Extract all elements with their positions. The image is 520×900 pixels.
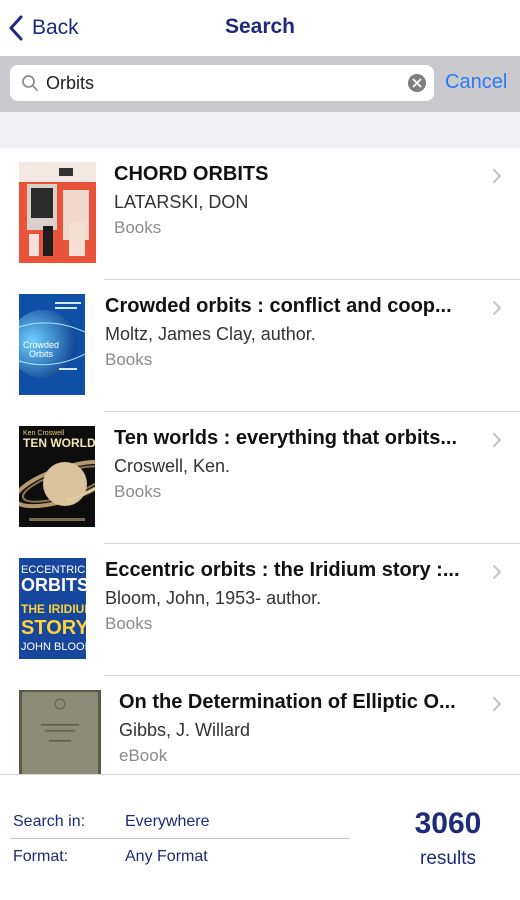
chevron-right-icon xyxy=(493,697,501,711)
format-selector[interactable]: Any Format xyxy=(125,848,208,866)
book-cover-image: Ken Croswell TEN WORLDS xyxy=(19,426,95,527)
section-spacer xyxy=(0,112,520,148)
result-type: Books xyxy=(105,350,153,369)
results-list[interactable]: CHORD ORBITS LATARSKI, DON Books Crowded… xyxy=(0,148,520,774)
result-author: LATARSKI, DON xyxy=(114,192,249,212)
result-author: Moltz, James Clay, author. xyxy=(105,324,316,344)
result-type: eBook xyxy=(119,746,168,765)
cover-text: STORY xyxy=(21,617,86,639)
cancel-button[interactable]: Cancel xyxy=(445,71,507,94)
result-title: CHORD ORBITS xyxy=(114,163,269,185)
result-title: Ten worlds : everything that orbits... xyxy=(114,427,457,449)
cover-text: TEN WORLDS xyxy=(23,436,95,450)
page-title: Search xyxy=(224,15,296,38)
result-type: Books xyxy=(114,482,162,501)
result-author: Croswell, Ken. xyxy=(114,456,231,476)
cover-text: ORBITS xyxy=(21,575,86,595)
result-title: Crowded orbits : conflict and coop... xyxy=(105,295,452,317)
book-cover-image xyxy=(19,162,96,263)
result-type: Books xyxy=(114,218,162,237)
book-cover-image: Crowded Orbits xyxy=(19,294,85,395)
search-footer: Search in: Everywhere Format: Any Format… xyxy=(0,774,520,900)
book-cover-image: ECCENTRIC ORBITS THE IRIDIUM STORY JOHN … xyxy=(19,558,86,659)
filter-divider xyxy=(10,838,350,839)
cover-text: Orbits xyxy=(29,349,54,359)
cover-text: THE IRIDIUM xyxy=(21,602,86,616)
result-row[interactable]: Ken Croswell TEN WORLDS Ten worlds : eve… xyxy=(0,412,520,544)
search-bar: Cancel xyxy=(0,56,520,112)
result-type: Books xyxy=(105,614,153,633)
results-count-label: results xyxy=(420,848,476,869)
search-in-label: Search in: xyxy=(13,813,86,830)
result-row[interactable]: On the Determination of Elliptic O... Gi… xyxy=(0,676,520,774)
clear-search-button[interactable] xyxy=(408,74,426,92)
result-row[interactable]: CHORD ORBITS LATARSKI, DON Books xyxy=(0,148,520,280)
chevron-right-icon xyxy=(493,565,501,579)
result-author: Gibbs, J. Willard xyxy=(119,720,251,740)
result-title: Eccentric orbits : the Iridium story :..… xyxy=(105,559,460,581)
search-icon xyxy=(22,75,38,91)
navigation-bar: Back Search xyxy=(0,0,520,56)
result-row[interactable]: ECCENTRIC ORBITS THE IRIDIUM STORY JOHN … xyxy=(0,544,520,676)
search-input[interactable] xyxy=(46,69,406,97)
search-field[interactable] xyxy=(10,65,434,101)
format-label: Format: xyxy=(13,848,69,865)
result-author: Bloom, John, 1953- author. xyxy=(105,588,322,608)
result-title: On the Determination of Elliptic O... xyxy=(119,691,456,713)
cover-text: JOHN BLOOM xyxy=(21,641,86,653)
results-count: 3060 xyxy=(414,807,482,840)
chevron-right-icon xyxy=(493,433,501,447)
chevron-right-icon xyxy=(493,169,501,183)
clear-x-icon xyxy=(412,78,422,88)
search-in-selector[interactable]: Everywhere xyxy=(125,813,209,831)
book-cover-image xyxy=(19,690,101,774)
result-row[interactable]: Crowded Orbits Crowded orbits : conflict… xyxy=(0,280,520,412)
chevron-right-icon xyxy=(493,301,501,315)
